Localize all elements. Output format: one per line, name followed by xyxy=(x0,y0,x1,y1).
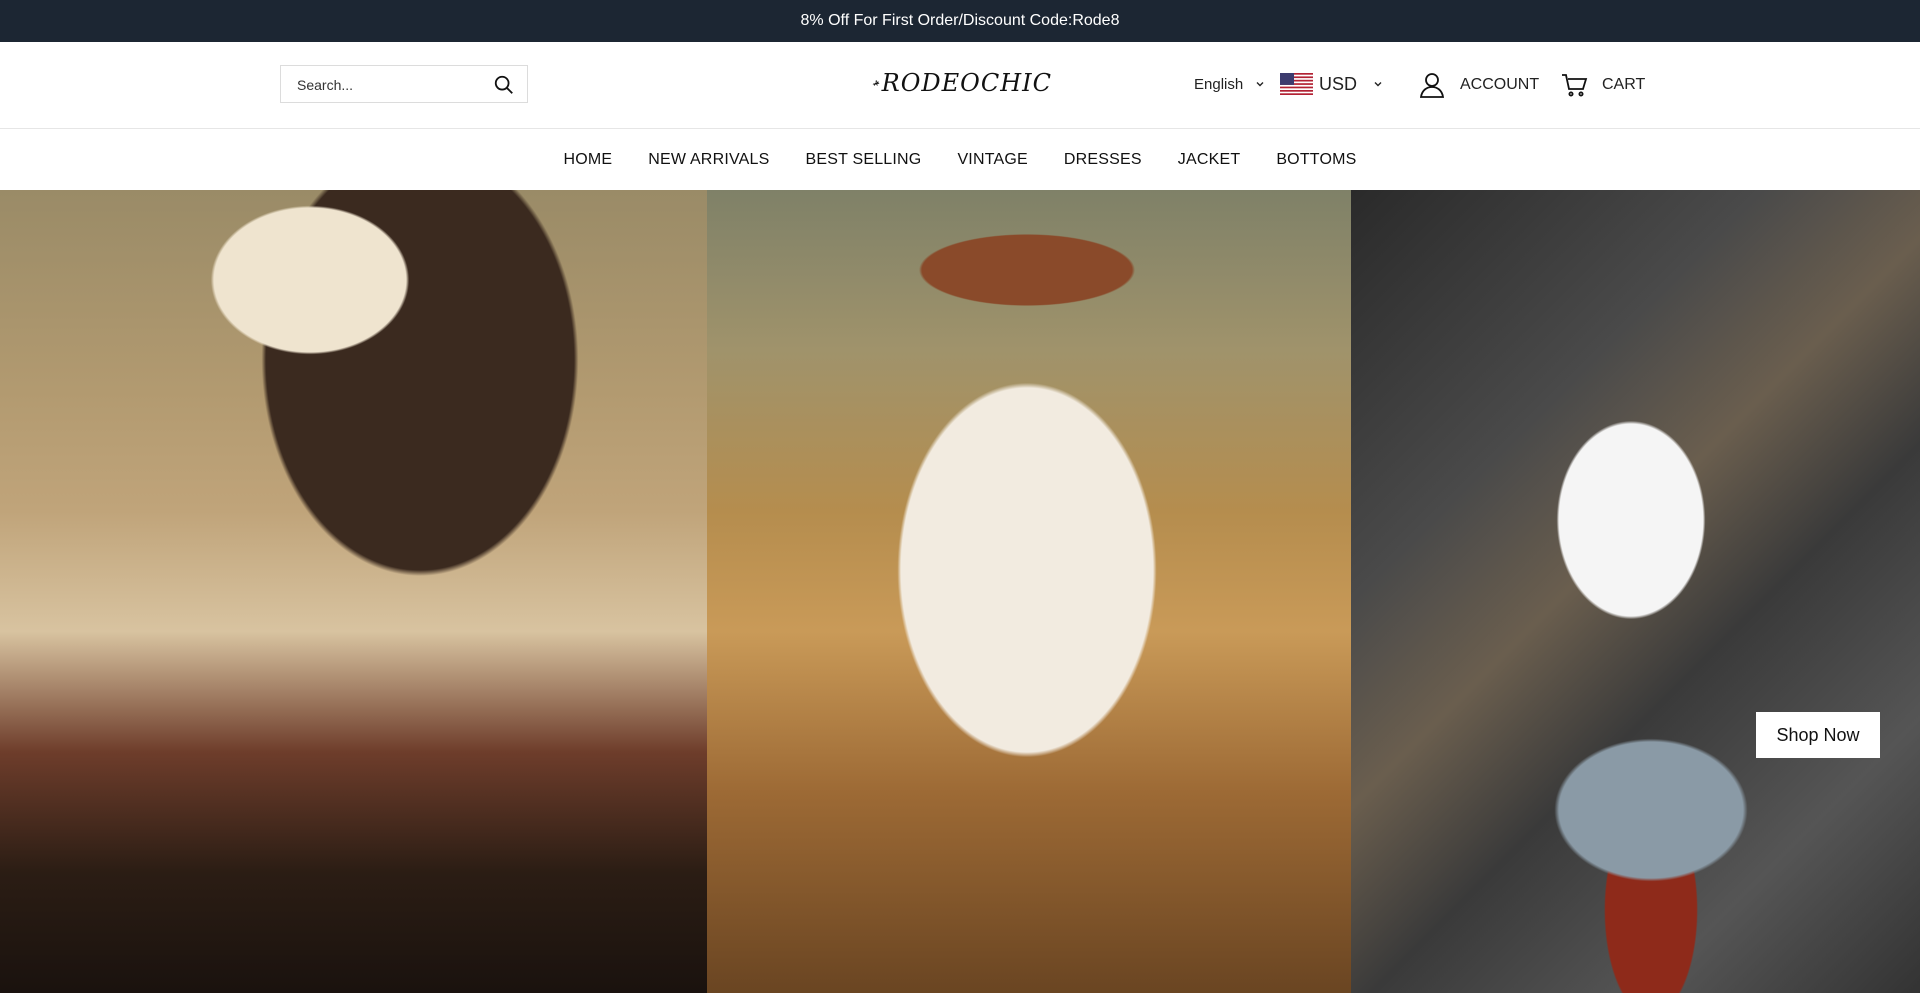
nav-item-dresses[interactable]: DRESSES xyxy=(1064,151,1142,169)
cart-link[interactable]: CART xyxy=(1560,70,1645,100)
currency-label: USD xyxy=(1319,73,1358,94)
main-nav: HOME NEW ARRIVALS BEST SELLING VINTAGE D… xyxy=(0,129,1920,190)
logo-text: RODEOCHIC xyxy=(881,69,1052,97)
cart-label: CART xyxy=(1602,76,1646,93)
nav-item-bottoms[interactable]: BOTTOMS xyxy=(1276,151,1356,169)
nav-item-vintage[interactable]: VINTAGE xyxy=(957,151,1027,169)
hero-image-mural-wall xyxy=(1351,190,1920,993)
chevron-down-icon xyxy=(1256,82,1264,87)
cart-icon xyxy=(1562,74,1588,97)
shop-now-button[interactable]: Shop Now xyxy=(1756,712,1880,758)
announcement-bar: 8% Off For First Order/Discount Code:Rod… xyxy=(0,0,1920,42)
language-label: English xyxy=(1194,75,1244,93)
search-input[interactable] xyxy=(295,66,489,104)
user-icon xyxy=(1419,73,1445,98)
account-label: ACCOUNT xyxy=(1460,76,1540,93)
nav-item-best-selling[interactable]: BEST SELLING xyxy=(806,151,922,169)
chevron-down-icon xyxy=(1374,82,1382,87)
hero-image-cowgirl-hat xyxy=(0,190,707,993)
horse-rider-icon xyxy=(872,80,880,86)
nav-item-jacket[interactable]: JACKET xyxy=(1178,151,1241,169)
hero-image-lace-dress xyxy=(707,190,1351,993)
language-selector[interactable]: English xyxy=(1194,72,1265,96)
currency-selector[interactable]: USD xyxy=(1280,70,1383,98)
nav-item-home[interactable]: HOME xyxy=(563,151,612,169)
account-link[interactable]: ACCOUNT xyxy=(1418,70,1539,100)
announcement-text: 8% Off For First Order/Discount Code:Rod… xyxy=(800,12,1120,29)
site-logo[interactable]: RODEOCHIC xyxy=(872,66,1052,100)
search-icon[interactable] xyxy=(493,74,515,96)
nav-item-new-arrivals[interactable]: NEW ARRIVALS xyxy=(648,151,769,169)
site-header: RODEOCHIC English USD ACCOUNT xyxy=(0,42,1920,129)
us-flag-icon xyxy=(1280,73,1313,95)
hero-banner[interactable] xyxy=(0,190,1920,993)
search-box[interactable] xyxy=(280,65,528,104)
